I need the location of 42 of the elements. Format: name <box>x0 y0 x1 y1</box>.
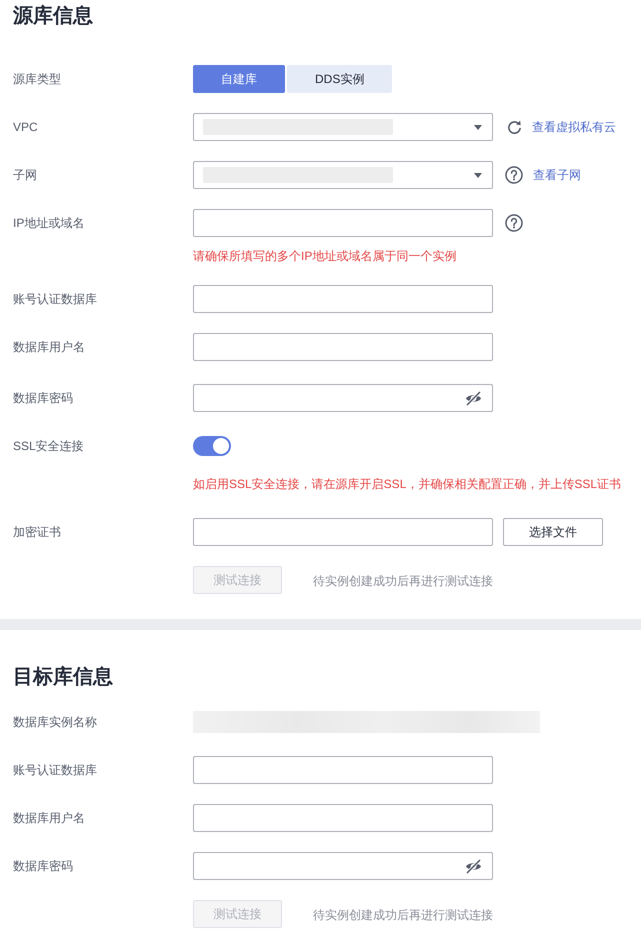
file-path-input[interactable] <box>193 518 493 546</box>
field-label: 数据库实例名称 <box>13 714 98 731</box>
help-icon[interactable] <box>505 166 523 184</box>
dropdown-select[interactable] <box>193 113 493 141</box>
eye-slash-icon[interactable] <box>465 858 482 874</box>
eye-slash-icon[interactable] <box>465 390 482 406</box>
caret-down-icon <box>474 124 482 130</box>
field-label: 数据库用户名 <box>13 810 86 827</box>
field-label: IP地址或域名 <box>13 215 86 232</box>
segment-tab[interactable]: DDS实例 <box>287 65 392 93</box>
field-label: 加密证书 <box>13 524 62 541</box>
field-label: SSL安全连接 <box>13 438 85 455</box>
section-title: 目标库信息 <box>13 664 114 690</box>
section-title: 源库信息 <box>13 4 94 29</box>
view-link[interactable]: 查看子网 <box>533 166 581 184</box>
choose-file-button[interactable]: 选择文件 <box>503 518 603 546</box>
warning-text: 请确保所填写的多个IP地址或域名属于同一个实例 <box>193 248 458 265</box>
field-label: 数据库密码 <box>13 390 74 407</box>
toggle-switch[interactable] <box>193 436 231 456</box>
field-label: 账号认证数据库 <box>13 291 98 308</box>
password-input[interactable] <box>193 384 493 412</box>
field-label: 数据库用户名 <box>13 339 86 356</box>
field-label: VPC <box>13 119 39 136</box>
caret-down-icon <box>474 172 482 178</box>
help-icon[interactable] <box>505 214 523 232</box>
field-label: 账号认证数据库 <box>13 762 98 779</box>
field-label: 子网 <box>13 167 38 184</box>
text-input[interactable] <box>193 285 493 313</box>
field-label: 源库类型 <box>13 71 62 88</box>
text-input[interactable] <box>193 333 493 361</box>
text-input[interactable] <box>193 756 493 784</box>
refresh-icon[interactable] <box>507 120 522 134</box>
warning-text: 如启用SSL安全连接，请在源库开启SSL，并确保相关配置正确，并上传SSL证书 <box>193 476 622 493</box>
note-text: 待实例创建成功后再进行测试连接 <box>313 906 493 924</box>
text-input[interactable] <box>193 804 493 832</box>
view-link[interactable]: 查看虚拟私有云 <box>532 118 616 136</box>
segment-tab[interactable]: 自建库 <box>193 65 285 93</box>
dropdown-select[interactable] <box>193 161 493 189</box>
password-input[interactable] <box>193 852 493 880</box>
note-text: 待实例创建成功后再进行测试连接 <box>313 572 493 590</box>
field-label: 数据库密码 <box>13 858 74 875</box>
text-input[interactable] <box>193 209 493 237</box>
